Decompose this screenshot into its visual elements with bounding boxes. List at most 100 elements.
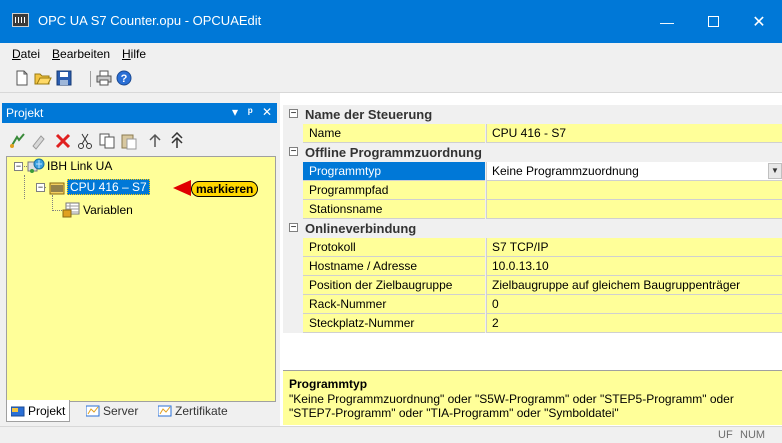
- certificates-tab-icon: [157, 405, 172, 417]
- property-name: Stationsname: [303, 200, 485, 219]
- status-bar: UF NUM: [0, 426, 782, 443]
- menu-datei-accel: D: [12, 47, 21, 61]
- property-value[interactable]: [486, 200, 782, 219]
- tab-server[interactable]: Server: [82, 400, 142, 422]
- property-value: Keine Programmzuordnung: [492, 164, 639, 178]
- properties-icon[interactable]: [30, 132, 48, 150]
- tree-node-cpu[interactable]: CPU 416 – S7: [67, 179, 150, 195]
- menu-datei-label: atei: [20, 47, 41, 61]
- property-value[interactable]: Zielbaugruppe auf gleichem Baugruppenträ…: [486, 276, 782, 295]
- close-button[interactable]: ✕: [736, 0, 782, 43]
- category-name-der-steuerung[interactable]: − Name der Steuerung: [283, 105, 782, 124]
- menu-datei[interactable]: Datei: [12, 47, 40, 61]
- collapse-icon[interactable]: −: [289, 223, 298, 233]
- description-text: "Keine Programmzuordnung" oder "S5W-Prog…: [289, 392, 734, 420]
- status-uf: UF: [718, 429, 733, 441]
- status-num: NUM: [740, 429, 766, 441]
- maximize-button[interactable]: [690, 0, 736, 43]
- toolbar-separator: [90, 71, 91, 87]
- property-row-programmpfad[interactable]: Programmpfad: [283, 181, 782, 200]
- category-onlineverbindung[interactable]: − Onlineverbindung: [283, 219, 782, 238]
- property-value[interactable]: [486, 181, 782, 200]
- save-icon[interactable]: [56, 70, 72, 86]
- project-tree: − IBH Link UA − CPU 416 – S7 Variablen m…: [6, 156, 276, 402]
- delete-icon[interactable]: [54, 132, 72, 150]
- collapse-icon[interactable]: −: [289, 109, 298, 119]
- root-expander[interactable]: −: [14, 162, 23, 171]
- help-icon[interactable]: ?: [116, 70, 132, 86]
- main-toolbar: ?: [0, 65, 782, 93]
- tab-projekt-label: Projekt: [28, 403, 66, 418]
- close-icon: ✕: [752, 13, 766, 31]
- minimize-icon: —: [660, 13, 674, 30]
- menu-bearbeiten-accel: B: [52, 47, 61, 61]
- cut-icon[interactable]: [76, 132, 94, 150]
- description-panel: Programmtyp "Keine Programmzuordnung" od…: [283, 370, 782, 425]
- property-row-name[interactable]: Name CPU 416 - S7: [283, 124, 782, 143]
- tree-node-variables[interactable]: Variablen: [83, 203, 133, 217]
- variables-icon: [62, 202, 80, 221]
- menu-bearbeiten[interactable]: Bearbeiten: [52, 47, 110, 61]
- property-row-protokoll[interactable]: Protokoll S7 TCP/IP: [283, 238, 782, 257]
- property-row-steckplatz[interactable]: Steckplatz-Nummer 2: [283, 314, 782, 333]
- new-connection-icon[interactable]: [8, 132, 26, 150]
- collapse-icon[interactable]: −: [289, 147, 298, 157]
- category-label: Offline Programmzuordnung: [305, 145, 482, 160]
- svg-text:?: ?: [121, 73, 128, 85]
- property-row-stationsname[interactable]: Stationsname: [283, 200, 782, 219]
- property-value-dropdown[interactable]: Keine Programmzuordnung ▼: [486, 162, 782, 181]
- tab-zertifikate[interactable]: Zertifikate: [154, 400, 232, 422]
- property-row-position[interactable]: Position der Zielbaugruppe Zielbaugruppe…: [283, 276, 782, 295]
- red-arrow-icon: [173, 180, 191, 196]
- menu-bar: Datei Bearbeiten Hilfe: [0, 43, 782, 65]
- property-value[interactable]: 2: [486, 314, 782, 333]
- tree-node-ibh-link[interactable]: IBH Link UA: [47, 159, 112, 173]
- print-icon[interactable]: [96, 70, 112, 86]
- window-title: OPC UA S7 Counter.opu - OPCUAEdit: [38, 13, 262, 28]
- property-value[interactable]: S7 TCP/IP: [486, 238, 782, 257]
- app-icon: [12, 13, 29, 27]
- panel-close-icon[interactable]: ✕: [262, 105, 272, 119]
- tab-zertifikate-label: Zertifikate: [175, 404, 228, 418]
- move-top-icon[interactable]: [168, 131, 186, 150]
- panel-dropdown-icon[interactable]: ▾: [232, 105, 238, 119]
- category-label: Name der Steuerung: [305, 107, 433, 122]
- menu-hilfe[interactable]: Hilfe: [122, 47, 146, 61]
- property-value[interactable]: 10.0.13.10: [486, 257, 782, 276]
- move-up-icon[interactable]: [146, 132, 164, 150]
- category-label: Onlineverbindung: [305, 221, 417, 236]
- menu-hilfe-accel: H: [122, 47, 131, 61]
- title-bar: OPC UA S7 Counter.opu - OPCUAEdit — ✕: [0, 0, 782, 43]
- property-value[interactable]: CPU 416 - S7: [486, 124, 782, 143]
- tree-toolbar: [2, 125, 277, 155]
- pin-icon[interactable]: ᵖ: [248, 105, 253, 119]
- category-offline-programmzuordnung[interactable]: − Offline Programmzuordnung: [283, 143, 782, 162]
- paste-icon[interactable]: [120, 132, 138, 150]
- panel-title: Projekt: [6, 106, 44, 120]
- chevron-down-icon[interactable]: ▼: [768, 163, 782, 179]
- minimize-button[interactable]: —: [644, 0, 690, 43]
- property-row-rack[interactable]: Rack-Nummer 0: [283, 295, 782, 314]
- tab-server-label: Server: [103, 404, 139, 418]
- new-file-icon[interactable]: [14, 70, 30, 86]
- property-name: Name: [303, 124, 485, 143]
- property-value[interactable]: 0: [486, 295, 782, 314]
- property-row-programmtyp[interactable]: Programmtyp Keine Programmzuordnung ▼: [283, 162, 782, 181]
- property-row-hostname[interactable]: Hostname / Adresse 10.0.13.10: [283, 257, 782, 276]
- cpu-expander[interactable]: −: [36, 183, 45, 192]
- tree-connector: [24, 175, 25, 199]
- menu-hilfe-label: ilfe: [130, 47, 147, 61]
- tree-connector: [52, 210, 62, 211]
- copy-icon[interactable]: [98, 132, 116, 150]
- property-grid: − Name der Steuerung Name CPU 416 - S7 −…: [283, 105, 782, 354]
- property-name: Steckplatz-Nummer: [303, 314, 485, 333]
- open-folder-icon[interactable]: [34, 70, 52, 86]
- tab-projekt[interactable]: Projekt: [6, 400, 71, 422]
- property-name: Rack-Nummer: [303, 295, 485, 314]
- panel-header: Projekt ▾ ᵖ ✕: [2, 103, 277, 123]
- panel-tabs: Projekt Server Zertifikate: [2, 400, 277, 424]
- project-panel: Projekt ▾ ᵖ ✕ − IBH Link UA − CPU 416 – …: [0, 93, 280, 426]
- property-name: Position der Zielbaugruppe: [303, 276, 485, 295]
- property-name: Programmtyp: [303, 162, 485, 181]
- maximize-icon: [707, 16, 719, 27]
